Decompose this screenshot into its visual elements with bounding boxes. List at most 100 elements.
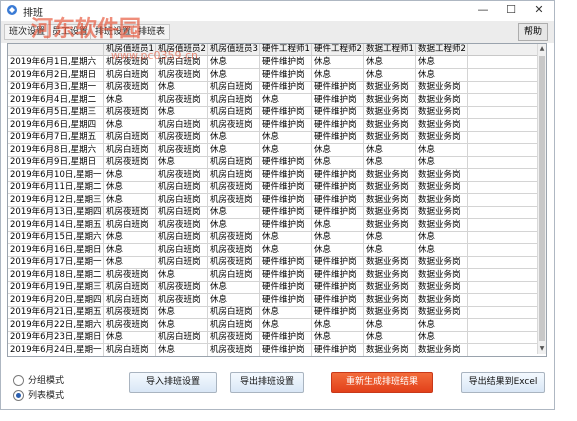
table-row[interactable]: 2019年6月2日,星期日 机房白班岗 机房夜班岗 休息 硬件维护岗 休息 休息 休息 [8, 68, 538, 82]
shift-cell[interactable]: 数据业务岗 [364, 293, 416, 306]
shift-cell[interactable]: 数据业务岗 [416, 343, 468, 356]
shift-cell[interactable]: 硬件维护岗 [312, 343, 364, 356]
date-cell[interactable]: 2019年6月5日,星期三 [8, 106, 104, 118]
table-row[interactable]: 2019年6月17日,星期一 休息 机房白班岗 机房夜班岗 硬件维护岗 硬件维护岗 数据业务… [8, 256, 538, 269]
shift-cell[interactable]: 休息 [104, 243, 156, 256]
tab-schedule-table[interactable]: 排班表 [133, 24, 171, 40]
shift-cell[interactable]: 休息 [260, 318, 312, 331]
shift-cell[interactable]: 休息 [416, 318, 468, 331]
shift-cell[interactable]: 机房夜班岗 [156, 93, 208, 106]
shift-cell[interactable]: 硬件维护岗 [260, 118, 312, 131]
shift-cell[interactable]: 数据业务岗 [364, 193, 416, 206]
shift-cell[interactable]: 休息 [364, 156, 416, 168]
shift-cell[interactable]: 休息 [104, 93, 156, 106]
shift-cell[interactable]: 机房白班岗 [104, 343, 156, 356]
table-row[interactable]: 2019年6月4日,星期二 休息 机房夜班岗 机房白班岗 休息 硬件维护岗 数据业务岗 数据业… [8, 93, 538, 107]
shift-cell[interactable]: 机房夜班岗 [208, 118, 260, 131]
shift-cell[interactable]: 硬件维护岗 [312, 306, 364, 318]
shift-cell[interactable]: 数据业务岗 [364, 181, 416, 193]
shift-cell[interactable]: 硬件维护岗 [312, 93, 364, 106]
shift-cell[interactable]: 机房夜班岗 [104, 81, 156, 93]
shift-cell[interactable]: 休息 [104, 331, 156, 343]
column-header[interactable]: 硬件工程师2 [312, 44, 364, 55]
shift-cell[interactable]: 数据业务岗 [416, 218, 468, 231]
table-row[interactable]: 2019年6月1日,星期六 机房夜班岗 机房白班岗 休息 硬件维护岗 休息 休息 休息 [8, 56, 538, 69]
shift-cell[interactable]: 机房白班岗 [156, 256, 208, 268]
shift-cell[interactable]: 硬件维护岗 [260, 293, 312, 306]
shift-cell[interactable]: 休息 [416, 156, 468, 168]
shift-cell[interactable]: 机房白班岗 [156, 193, 208, 206]
table-row[interactable]: 2019年6月6日,星期四 休息 机房白班岗 机房夜班岗 硬件维护岗 硬件维护岗 数据业务岗… [8, 118, 538, 132]
shift-cell[interactable]: 机房夜班岗 [104, 268, 156, 281]
shift-cell[interactable]: 硬件维护岗 [260, 81, 312, 93]
shift-cell[interactable]: 休息 [208, 218, 260, 231]
shift-cell[interactable]: 休息 [208, 68, 260, 81]
shift-cell[interactable]: 硬件维护岗 [260, 281, 312, 293]
date-cell[interactable]: 2019年6月14日,星期五 [8, 218, 104, 231]
tab-schedule-settings[interactable]: 排班设置 [90, 24, 137, 40]
shift-cell[interactable]: 休息 [156, 306, 208, 318]
shift-cell[interactable]: 数据业务岗 [416, 281, 468, 293]
shift-cell[interactable]: 数据业务岗 [416, 81, 468, 93]
table-row[interactable]: 2019年6月20日,星期四 机房白班岗 机房夜班岗 休息 硬件维护岗 硬件维护岗 数据业务… [8, 293, 538, 307]
column-header[interactable] [8, 44, 104, 55]
shift-cell[interactable]: 机房白班岗 [208, 268, 260, 281]
shift-cell[interactable]: 机房白班岗 [104, 68, 156, 81]
shift-cell[interactable]: 数据业务岗 [416, 306, 468, 318]
shift-cell[interactable]: 休息 [416, 231, 468, 243]
mode-option-list[interactable]: 列表模式 [13, 390, 64, 402]
shift-cell[interactable]: 硬件维护岗 [312, 106, 364, 118]
shift-cell[interactable]: 休息 [104, 181, 156, 193]
shift-cell[interactable]: 休息 [364, 68, 416, 81]
table-row[interactable]: 2019年6月10日,星期一 休息 机房夜班岗 机房白班岗 硬件维护岗 硬件维护岗 数据业务… [8, 168, 538, 182]
shift-cell[interactable]: 数据业务岗 [364, 268, 416, 281]
date-cell[interactable]: 2019年6月6日,星期四 [8, 118, 104, 131]
date-cell[interactable]: 2019年6月22日,星期六 [8, 318, 104, 331]
shift-cell[interactable]: 硬件维护岗 [260, 193, 312, 206]
shift-cell[interactable]: 机房夜班岗 [208, 193, 260, 206]
shift-cell[interactable]: 硬件维护岗 [260, 343, 312, 356]
shift-cell[interactable]: 数据业务岗 [416, 268, 468, 281]
shift-cell[interactable]: 机房夜班岗 [156, 293, 208, 306]
shift-cell[interactable]: 休息 [364, 243, 416, 256]
shift-cell[interactable]: 硬件维护岗 [312, 181, 364, 193]
shift-cell[interactable]: 机房白班岗 [104, 218, 156, 231]
scrollbar-thumb[interactable] [539, 56, 545, 341]
shift-cell[interactable]: 机房夜班岗 [104, 156, 156, 168]
shift-cell[interactable]: 休息 [104, 118, 156, 131]
shift-cell[interactable]: 数据业务岗 [416, 168, 468, 181]
shift-cell[interactable]: 休息 [416, 331, 468, 343]
shift-cell[interactable]: 数据业务岗 [364, 93, 416, 106]
shift-cell[interactable]: 硬件维护岗 [260, 256, 312, 268]
shift-cell[interactable]: 硬件维护岗 [260, 181, 312, 193]
shift-cell[interactable]: 硬件维护岗 [260, 268, 312, 281]
shift-cell[interactable]: 硬件维护岗 [312, 168, 364, 181]
radio-group-mode[interactable] [13, 375, 24, 386]
shift-cell[interactable]: 机房白班岗 [208, 156, 260, 168]
shift-cell[interactable]: 硬件维护岗 [260, 68, 312, 81]
table-row[interactable]: 2019年6月23日,星期日 休息 机房白班岗 机房夜班岗 硬件维护岗 休息 休息 休息 [8, 331, 538, 344]
shift-cell[interactable]: 休息 [104, 193, 156, 206]
date-cell[interactable]: 2019年6月18日,星期二 [8, 268, 104, 281]
shift-cell[interactable]: 休息 [260, 231, 312, 243]
shift-cell[interactable]: 休息 [312, 156, 364, 168]
shift-cell[interactable]: 休息 [364, 318, 416, 331]
date-cell[interactable]: 2019年6月1日,星期六 [8, 56, 104, 68]
table-row[interactable]: 2019年6月21日,星期五 机房夜班岗 休息 机房白班岗 休息 硬件维护岗 数据业务岗 数据… [8, 306, 538, 319]
shift-cell[interactable]: 休息 [156, 268, 208, 281]
export-excel-button[interactable]: 导出结果到Excel [461, 372, 545, 393]
shift-cell[interactable]: 机房白班岗 [104, 143, 156, 156]
shift-cell[interactable]: 硬件维护岗 [260, 331, 312, 343]
shift-cell[interactable]: 休息 [416, 143, 468, 156]
column-header[interactable]: 机房值班员2 [156, 44, 208, 55]
shift-cell[interactable]: 休息 [260, 93, 312, 106]
shift-cell[interactable]: 休息 [312, 56, 364, 68]
shift-cell[interactable]: 休息 [312, 331, 364, 343]
date-cell[interactable]: 2019年6月16日,星期日 [8, 243, 104, 256]
shift-cell[interactable]: 硬件维护岗 [312, 81, 364, 93]
shift-cell[interactable]: 休息 [364, 331, 416, 343]
table-row[interactable]: 2019年6月9日,星期日 机房夜班岗 休息 机房白班岗 硬件维护岗 休息 休息 休息 [8, 156, 538, 169]
shift-cell[interactable]: 机房白班岗 [208, 93, 260, 106]
shift-cell[interactable]: 机房夜班岗 [104, 56, 156, 68]
scroll-up-icon[interactable]: ▲ [538, 44, 546, 54]
